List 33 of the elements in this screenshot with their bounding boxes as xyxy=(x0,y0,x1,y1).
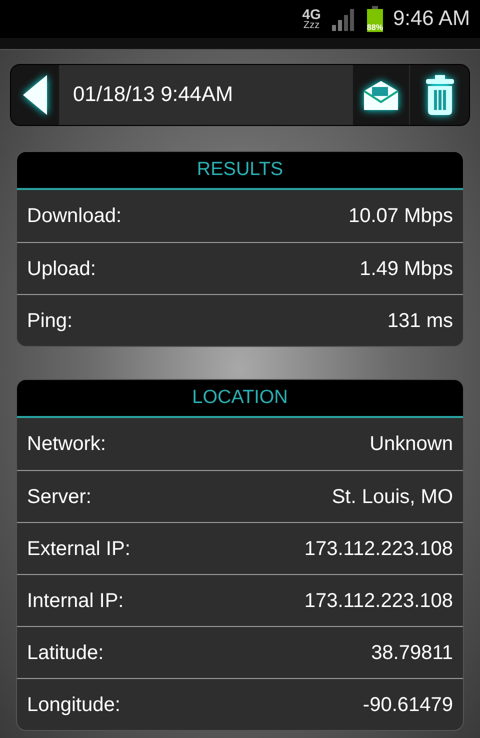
row-value: 10.07 Mbps xyxy=(348,204,453,229)
row-label: Server: xyxy=(27,484,92,510)
signal-icon xyxy=(330,7,357,31)
row-label: Network: xyxy=(27,432,106,457)
sleep-indicator: Zzz xyxy=(304,21,320,31)
row-label: Longitude: xyxy=(27,692,120,718)
row-value: Unknown xyxy=(370,432,453,457)
clock: 9:46 AM xyxy=(392,6,470,32)
row-value: 38.79811 xyxy=(371,640,453,666)
trash-icon xyxy=(426,75,454,115)
section-title: LOCATION xyxy=(192,386,288,410)
row-value: 173.112.223.108 xyxy=(304,536,453,562)
battery-icon xyxy=(366,6,383,32)
row-value: -90.61479 xyxy=(362,692,453,718)
row-label: Ping: xyxy=(27,308,73,334)
row-value: 1.49 Mbps xyxy=(360,256,453,282)
row-label: Latitude: xyxy=(27,640,104,666)
email-button[interactable] xyxy=(353,65,409,125)
section-title: RESULTS xyxy=(196,158,284,182)
test-timestamp: 01/18/13 9:44AM xyxy=(73,82,233,108)
row-label: Upload: xyxy=(27,256,96,282)
row-value: St. Louis, MO xyxy=(332,484,453,510)
row-label: External IP: xyxy=(27,536,130,562)
row-value: 131 ms xyxy=(387,308,453,334)
row-value: 173.112.223.108 xyxy=(304,588,453,614)
delete-button[interactable] xyxy=(409,65,469,125)
back-arrow-icon xyxy=(23,75,47,115)
row-label: Internal IP: xyxy=(27,588,124,614)
row-label: Download: xyxy=(27,204,122,229)
network-type: 4G xyxy=(302,7,321,21)
battery-percent: 88% xyxy=(366,24,383,32)
back-button[interactable] xyxy=(11,65,59,125)
envelope-icon xyxy=(362,79,400,111)
